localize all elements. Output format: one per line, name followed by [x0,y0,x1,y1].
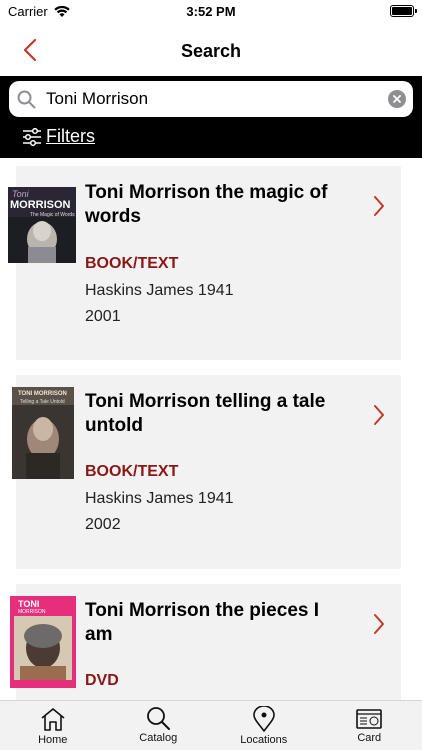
result-type: BOOK/TEXT [85,463,179,480]
chevron-right-icon [374,405,384,425]
close-icon [393,95,401,103]
search-icon [17,89,37,109]
home-icon [39,706,67,732]
cover-text-sub: MORRISON [18,609,46,615]
result-title: Toni Morrison the magic of words [85,182,328,227]
result-year: 2002 [85,516,121,533]
tab-home[interactable]: Home [0,701,106,750]
tab-catalog[interactable]: Catalog [106,701,212,750]
filters-button[interactable]: Filters [22,126,95,147]
battery-icon [390,5,417,17]
status-bar: Carrier 3:52 PM [0,0,422,24]
cover-image: TONI MORRISON Telling a Tale Untold [12,387,74,479]
tab-label: Card [357,732,382,744]
navigation-bar: Search [0,24,422,76]
cover-image: Toni MORRISON The Magic of Words [8,187,76,263]
search-icon [144,706,172,732]
chevron-right-icon [374,614,384,634]
cover-text-main: MORRISON [10,199,71,211]
search-field [9,81,413,117]
library-card-icon [355,706,383,732]
chevron-right-icon [374,196,384,216]
search-screen: Carrier 3:52 PM Search Toni Morrison Fil… [0,0,422,750]
tab-label: Home [38,734,68,746]
result-title: Toni Morrison telling a tale untold [85,391,326,436]
cover-text-small: Toni [12,189,29,199]
result-author: Haskins James 1941 [85,490,234,507]
result-author: Haskins James 1941 [85,282,234,299]
search-input[interactable] [46,89,388,109]
result-type: DVD [85,672,119,689]
tab-label: Catalog [139,732,178,744]
result-card[interactable]: Toni MORRISON The Magic of Words Toni Mo… [8,166,401,360]
tab-bar: Home Catalog Locations Card [0,700,422,750]
results-list: Toni MORRISON The Magic of Words Toni Mo… [0,158,422,700]
filters-label: Filters [46,126,95,146]
result-title: Toni Morrison the pieces I am [85,600,320,645]
cover-text-main: TONI [18,599,40,609]
cover-text-main: TONI MORRISON [18,391,67,397]
result-type: BOOK/TEXT [85,255,179,272]
tab-locations[interactable]: Locations [211,701,317,750]
search-header: Filters [0,76,422,158]
clear-search-button[interactable] [388,90,406,108]
sliders-icon [23,127,41,146]
tab-label: Locations [240,734,288,746]
page-title: Search [180,41,242,61]
location-pin-icon [250,706,278,732]
result-card[interactable]: TONI MORRISON Telling a Tale Untold Toni… [12,375,401,569]
cover-text-sub: Telling a Tale Untold [20,399,65,405]
result-year: 2001 [85,308,121,325]
tab-card[interactable]: Card [317,701,422,750]
status-time: 3:52 PM [186,4,236,19]
cover-image: TONI MORRISON [10,596,76,688]
result-card[interactable]: TONI MORRISON Toni Morrison the pieces I… [10,584,401,700]
cover-text-sub: The Magic of Words [30,212,75,218]
